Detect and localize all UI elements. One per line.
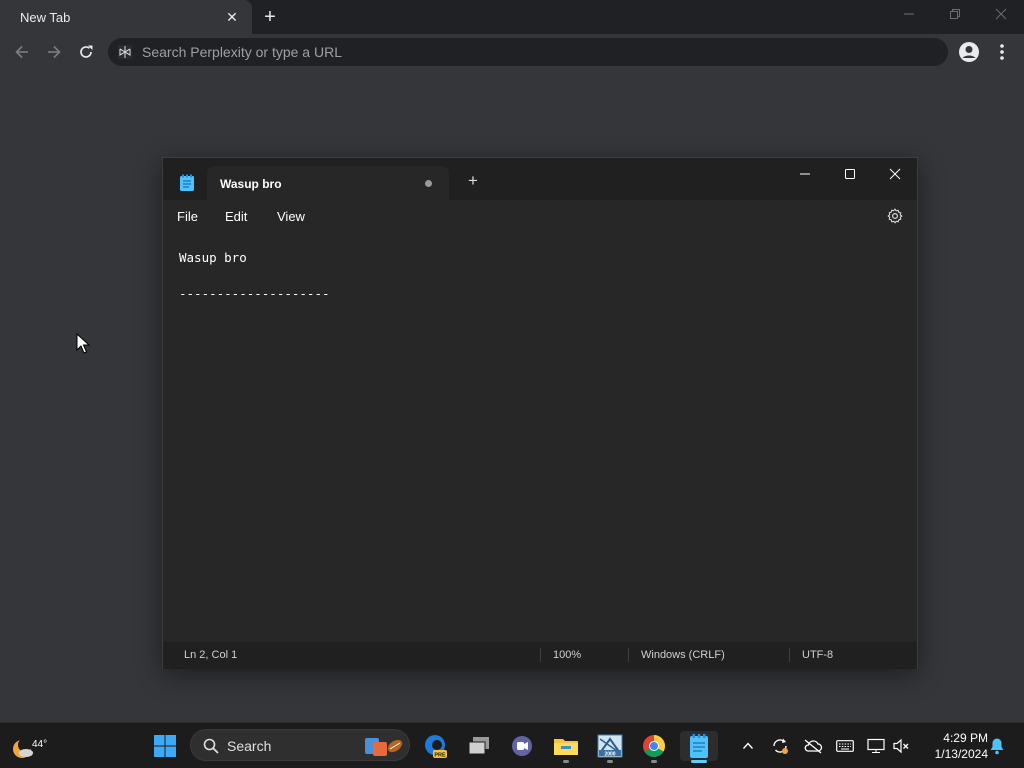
taskbar-search-box[interactable]: Search <box>190 729 410 761</box>
svg-text:PRE: PRE <box>434 753 446 759</box>
status-divider <box>628 648 629 662</box>
taskbar-notepad[interactable] <box>680 731 718 763</box>
start-button[interactable] <box>150 731 180 761</box>
edge-dev-icon: PRE <box>425 735 447 759</box>
volume-muted-icon <box>893 738 909 754</box>
chrome-tab-title: New Tab <box>20 10 71 25</box>
close-tab-icon[interactable]: ✕ <box>224 9 240 25</box>
search-icon <box>203 738 219 754</box>
taskbar-app-2000[interactable]: 2000 <box>595 731 625 763</box>
taskbar-file-explorer[interactable] <box>551 731 581 763</box>
sync-icon <box>773 738 788 754</box>
running-indicator <box>651 760 657 763</box>
notepad-app-icon <box>180 174 194 191</box>
chrome-close-button[interactable] <box>987 4 1015 28</box>
tray-sync[interactable] <box>770 736 790 756</box>
taskbar-chrome[interactable] <box>639 731 669 763</box>
weather-temperature: 44° <box>32 739 48 750</box>
minimize-icon <box>904 13 914 15</box>
reload-icon <box>80 45 93 58</box>
chrome-tab-new-tab[interactable]: New Tab ✕ <box>0 0 252 34</box>
running-indicator <box>607 760 613 763</box>
taskbar-teams[interactable] <box>507 731 537 761</box>
arrow-right-icon <box>48 45 61 59</box>
taskbar-clock[interactable]: 4:29 PM 1/13/2024 <box>918 730 988 762</box>
task-view-icon <box>468 737 489 755</box>
app-2000-icon: 2000 <box>597 734 623 758</box>
menu-file[interactable]: File <box>177 209 198 224</box>
notepad-menu-bar: File Edit View <box>163 200 917 234</box>
arrow-left-icon <box>15 45 28 59</box>
taskbar-edge-dev[interactable]: PRE <box>420 731 450 761</box>
line-ending[interactable]: Windows (CRLF) <box>641 649 725 661</box>
restore-icon <box>950 9 960 19</box>
active-indicator <box>691 760 707 763</box>
status-divider <box>789 648 790 662</box>
clock-time: 4:29 PM <box>943 731 988 745</box>
chrome-toolbar <box>0 34 1024 70</box>
perplexity-icon <box>118 45 132 59</box>
notepad-status-bar: Ln 2, Col 1 100% Windows (CRLF) UTF-8 <box>163 642 917 669</box>
running-indicator <box>563 760 569 763</box>
tray-network[interactable] <box>866 736 886 756</box>
notepad-tab-title: Wasup bro <box>220 177 282 191</box>
chrome-tab-strip: New Tab ✕ + <box>0 0 1024 34</box>
settings-gear-icon[interactable] <box>887 208 903 224</box>
minimize-icon <box>800 173 810 175</box>
windows-taskbar: 44° Search PRE 2000 4:29 PM 1/13/2024 <box>0 722 1024 768</box>
teams-icon <box>512 736 532 756</box>
notification-center-button[interactable] <box>987 736 1007 756</box>
kebab-menu-icon[interactable] <box>994 41 1010 63</box>
close-icon <box>995 8 1007 20</box>
menu-edit[interactable]: Edit <box>225 209 247 224</box>
mouse-cursor-icon <box>76 333 90 354</box>
cloud-off-icon <box>804 739 823 754</box>
notepad-title-bar[interactable]: Wasup bro + <box>163 158 917 200</box>
forward-button[interactable] <box>42 40 66 64</box>
address-input[interactable] <box>142 38 912 66</box>
close-icon <box>889 168 901 180</box>
notepad-text-area[interactable]: Wasup bro -------------------- <box>163 234 917 638</box>
chrome-icon <box>643 735 665 757</box>
taskbar-task-view[interactable] <box>464 731 494 761</box>
notepad-tab[interactable]: Wasup bro <box>207 166 449 200</box>
bell-icon <box>990 738 1004 755</box>
network-icon <box>867 738 885 753</box>
back-button[interactable] <box>10 40 34 64</box>
encoding[interactable]: UTF-8 <box>802 649 833 661</box>
address-bar[interactable] <box>108 38 948 66</box>
notepad-new-tab-button[interactable]: + <box>465 172 481 189</box>
profile-avatar-icon[interactable] <box>958 41 980 63</box>
chevron-up-icon <box>742 742 754 749</box>
notepad-close-button[interactable] <box>873 160 917 188</box>
notepad-maximize-button[interactable] <box>828 160 872 188</box>
cursor-position: Ln 2, Col 1 <box>184 649 238 661</box>
new-tab-button[interactable]: + <box>259 7 281 29</box>
tray-onedrive[interactable] <box>803 736 823 756</box>
file-explorer-icon <box>554 739 578 755</box>
reload-button[interactable] <box>74 40 98 64</box>
status-divider <box>540 648 541 662</box>
unsaved-dot-icon[interactable] <box>425 180 432 187</box>
notepad-window: Wasup bro + File Edit View Wasup bro ---… <box>162 157 918 669</box>
chrome-restore-button[interactable] <box>941 4 969 28</box>
windows-start-icon <box>154 735 176 757</box>
menu-view[interactable]: View <box>277 209 305 224</box>
maximize-icon <box>845 169 855 179</box>
search-highlight-icon <box>365 738 403 756</box>
search-label: Search <box>227 738 272 754</box>
notepad-icon <box>690 734 708 758</box>
weather-widget[interactable]: 44° <box>10 733 47 761</box>
tray-keyboard[interactable] <box>835 736 855 756</box>
notepad-minimize-button[interactable] <box>783 160 827 188</box>
keyboard-icon <box>836 740 854 752</box>
tray-volume[interactable] <box>891 736 911 756</box>
chrome-minimize-button[interactable] <box>895 4 923 28</box>
zoom-level[interactable]: 100% <box>553 649 581 661</box>
clock-date: 1/13/2024 <box>934 747 988 761</box>
svg-text:2000: 2000 <box>604 751 615 757</box>
show-hidden-icons-button[interactable] <box>738 736 758 756</box>
